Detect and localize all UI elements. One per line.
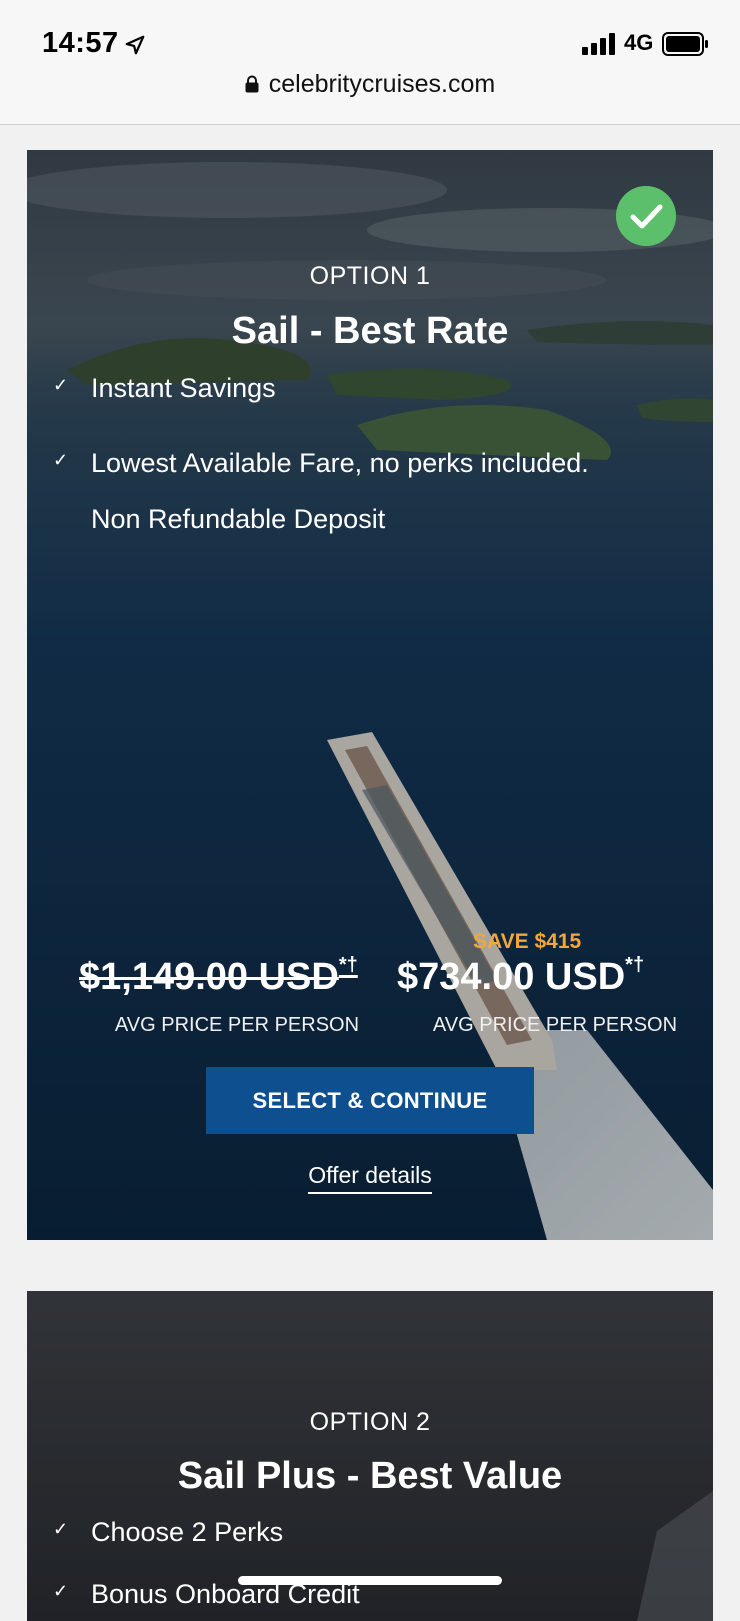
url-text: celebritycruises.com (268, 70, 496, 98)
selected-checkmark-icon (616, 186, 676, 246)
price-caption: AVG PRICE PER PERSON (432, 1014, 678, 1036)
offer-details-link[interactable]: Offer details (27, 1162, 713, 1194)
price-caption: AVG PRICE PER PERSON (114, 1014, 360, 1036)
location-arrow-icon (125, 35, 145, 55)
discounted-price: $734.00 USD*† (397, 954, 645, 999)
option-label: OPTION 2 (309, 1408, 431, 1436)
original-price: $1,149.00 USD*† (79, 954, 358, 999)
feature-item: ✓ Lowest Available Fare, no perks includ… (27, 448, 713, 488)
feature-text: Choose 2 Perks (91, 1517, 284, 1547)
feature-item: ✓ Choose 2 Perks (27, 1517, 713, 1557)
option-2-card[interactable]: OPTION 2 Sail Plus - Best Value ✓ Choose… (27, 1291, 713, 1621)
home-indicator[interactable] (238, 1576, 502, 1585)
checkmark-icon: ✓ (53, 375, 69, 395)
clock: 14:57 (42, 27, 119, 59)
discounted-price-value: $734.00 USD (397, 956, 626, 998)
offer-details-text: Offer details (308, 1162, 432, 1194)
price-footnote-mark: *† (625, 954, 645, 976)
battery-icon (662, 32, 708, 56)
network-type: 4G (624, 30, 654, 55)
savings-badge: SAVE $415 (473, 930, 582, 953)
option-title: Sail Plus - Best Value (177, 1455, 563, 1497)
feature-text: Non Refundable Deposit (91, 504, 386, 534)
price-footnote-mark: *† (338, 954, 358, 976)
checkmark-icon: ✓ (53, 450, 69, 470)
option-label: OPTION 1 (309, 262, 431, 290)
feature-item: ✓ Instant Savings (27, 373, 713, 413)
select-continue-button[interactable]: SELECT & CONTINUE (206, 1067, 534, 1134)
feature-item: ✓ Bonus Onboard Credit (27, 1579, 713, 1619)
checkmark-icon: ✓ (53, 1519, 69, 1539)
feature-text: Instant Savings (91, 373, 276, 403)
feature-item: Non Refundable Deposit (27, 504, 713, 544)
address-bar[interactable]: celebritycruises.com (0, 70, 740, 99)
signal-icon (582, 33, 615, 55)
lock-icon (245, 75, 259, 93)
checkmark-icon: ✓ (53, 1581, 69, 1601)
original-price-value: $1,149.00 USD (79, 956, 339, 998)
feature-text: Lowest Available Fare, no perks included… (91, 448, 589, 478)
option-1-card[interactable]: OPTION 1 Sail - Best Rate ✓ Instant Savi… (27, 150, 713, 1240)
option-title: Sail - Best Rate (231, 310, 509, 352)
status-bar: 14:57 4G celebritycruises.com (0, 0, 740, 125)
